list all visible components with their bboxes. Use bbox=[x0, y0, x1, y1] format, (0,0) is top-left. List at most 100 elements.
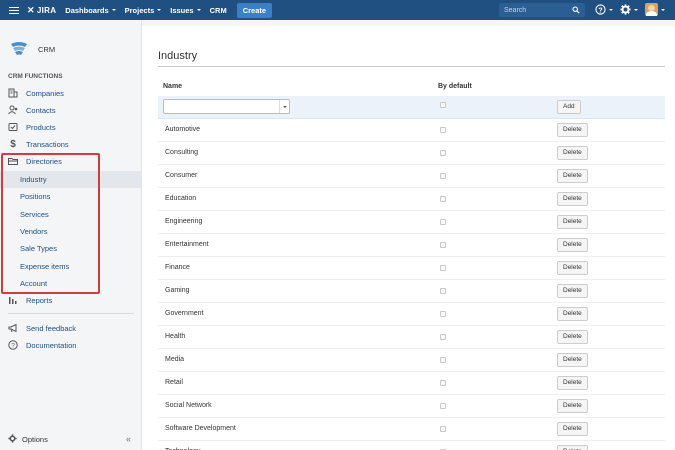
by-default-checkbox[interactable] bbox=[440, 173, 446, 179]
sidebar-item-label: Companies bbox=[26, 88, 64, 98]
industry-name-select[interactable] bbox=[163, 99, 290, 114]
help-menu[interactable]: ? bbox=[595, 4, 613, 15]
page-title: Industry bbox=[158, 50, 198, 62]
sidebar-item-products[interactable]: Products bbox=[8, 120, 56, 134]
top-navigation-bar: ✕ JIRA Dashboards Projects Issues CRM Cr… bbox=[0, 0, 675, 20]
by-default-checkbox[interactable] bbox=[440, 403, 446, 409]
menu-projects[interactable]: Projects bbox=[125, 6, 162, 15]
delete-button[interactable]: Delete bbox=[557, 192, 588, 206]
delete-button[interactable]: Delete bbox=[557, 353, 588, 367]
industry-name: Education bbox=[165, 195, 197, 202]
by-default-checkbox[interactable] bbox=[440, 380, 446, 386]
user-menu[interactable] bbox=[645, 3, 665, 16]
delete-button[interactable]: Delete bbox=[557, 422, 588, 436]
collapse-sidebar-button[interactable]: « bbox=[126, 434, 131, 444]
by-default-checkbox[interactable] bbox=[440, 219, 446, 225]
by-default-checkbox[interactable] bbox=[440, 426, 446, 432]
search-input[interactable]: Search bbox=[499, 3, 585, 17]
project-header[interactable]: CRM bbox=[8, 40, 55, 58]
table-row: Media Delete bbox=[158, 349, 665, 372]
menu-issues[interactable]: Issues bbox=[170, 6, 201, 15]
column-header-by-default: By default bbox=[438, 83, 472, 90]
add-row: Add bbox=[158, 96, 665, 119]
project-name: CRM bbox=[38, 44, 56, 54]
create-button[interactable]: Create bbox=[236, 2, 273, 18]
by-default-checkbox[interactable] bbox=[440, 102, 446, 108]
options-button[interactable]: Options bbox=[8, 434, 48, 445]
chevron-down-icon bbox=[634, 8, 638, 11]
delete-button[interactable]: Delete bbox=[557, 330, 588, 344]
section-title: CRM FUNCTIONS bbox=[8, 73, 63, 80]
delete-button[interactable]: Delete bbox=[557, 376, 588, 390]
crm-project-logo-icon bbox=[11, 42, 27, 55]
delete-button[interactable]: Delete bbox=[557, 123, 588, 137]
delete-button[interactable]: Delete bbox=[557, 169, 588, 183]
by-default-checkbox[interactable] bbox=[440, 196, 446, 202]
main-menu: Dashboards Projects Issues CRM Create bbox=[65, 2, 273, 18]
industry-name: Government bbox=[165, 310, 204, 317]
by-default-checkbox[interactable] bbox=[440, 311, 446, 317]
menu-dashboards[interactable]: Dashboards bbox=[65, 6, 116, 15]
chevron-down-icon bbox=[279, 100, 289, 113]
industry-name: Entertainment bbox=[165, 241, 209, 248]
sidebar-subitem-sale-types[interactable]: Sale Types bbox=[20, 241, 57, 255]
industry-name: Engineering bbox=[165, 218, 203, 225]
delete-button[interactable]: Delete bbox=[557, 445, 588, 450]
products-icon bbox=[8, 122, 18, 132]
by-default-checkbox[interactable] bbox=[440, 265, 446, 271]
industry-name: Retail bbox=[165, 379, 183, 386]
sidebar-item-directories[interactable]: Directories bbox=[8, 154, 62, 168]
sidebar-item-reports[interactable]: Reports bbox=[8, 293, 52, 307]
by-default-checkbox[interactable] bbox=[440, 288, 446, 294]
chevron-down-icon bbox=[196, 9, 201, 11]
app-switcher-icon[interactable] bbox=[9, 6, 19, 14]
sidebar-item-contacts[interactable]: Contacts bbox=[8, 103, 56, 117]
sidebar-item-label: Documentation bbox=[26, 340, 77, 350]
industry-name: Finance bbox=[165, 264, 190, 271]
industry-name: Health bbox=[165, 333, 186, 340]
by-default-checkbox[interactable] bbox=[440, 242, 446, 248]
table-row: Technology Delete bbox=[158, 441, 665, 450]
sidebar-item-label: Directories bbox=[26, 156, 62, 166]
search-icon bbox=[572, 6, 580, 14]
table-row: Consumer Delete bbox=[158, 165, 665, 188]
menu-crm[interactable]: CRM bbox=[210, 6, 227, 15]
delete-button[interactable]: Delete bbox=[557, 284, 588, 298]
sidebar-subitem-account[interactable]: Account bbox=[20, 276, 47, 290]
chevron-down-icon bbox=[661, 8, 665, 11]
jira-logo[interactable]: ✕ JIRA bbox=[27, 5, 56, 16]
sidebar-subitem-industry[interactable]: Industry bbox=[20, 172, 47, 186]
delete-button[interactable]: Delete bbox=[557, 399, 588, 413]
sidebar-subitem-expense-items[interactable]: Expense items bbox=[20, 259, 69, 273]
megaphone-icon bbox=[8, 323, 18, 333]
industry-name: Technology bbox=[165, 441, 200, 450]
sidebar-item-transactions[interactable]: $ Transactions bbox=[8, 137, 68, 151]
industry-name: Software Development bbox=[165, 425, 236, 432]
delete-button[interactable]: Delete bbox=[557, 215, 588, 229]
sidebar-item-documentation[interactable]: ? Documentation bbox=[8, 338, 76, 352]
sidebar-item-companies[interactable]: Companies bbox=[8, 86, 64, 100]
main-content: Industry Name By default Add Automotive D… bbox=[142, 26, 675, 450]
delete-button[interactable]: Delete bbox=[557, 261, 588, 275]
sidebar-subitem-services[interactable]: Services bbox=[20, 207, 49, 221]
delete-button[interactable]: Delete bbox=[557, 238, 588, 252]
delete-button[interactable]: Delete bbox=[557, 307, 588, 321]
delete-button[interactable]: Delete bbox=[557, 146, 588, 160]
contacts-icon bbox=[8, 105, 18, 115]
table-row: Education Delete bbox=[158, 188, 665, 211]
sidebar-item-send-feedback[interactable]: Send feedback bbox=[8, 321, 76, 335]
sidebar-subitem-vendors[interactable]: Vendors bbox=[20, 224, 48, 238]
gear-icon bbox=[620, 4, 631, 15]
by-default-checkbox[interactable] bbox=[440, 334, 446, 340]
dollar-icon: $ bbox=[10, 138, 16, 150]
admin-menu[interactable] bbox=[620, 4, 638, 15]
sidebar-item-label: Reports bbox=[26, 295, 53, 305]
by-default-checkbox[interactable] bbox=[440, 150, 446, 156]
sidebar-subitem-positions[interactable]: Positions bbox=[20, 189, 50, 203]
by-default-checkbox[interactable] bbox=[440, 127, 446, 133]
by-default-checkbox[interactable] bbox=[440, 357, 446, 363]
avatar bbox=[645, 3, 658, 16]
table-row: Software Development Delete bbox=[158, 418, 665, 441]
industry-name: Social Network bbox=[165, 402, 212, 409]
add-button[interactable]: Add bbox=[557, 100, 581, 114]
